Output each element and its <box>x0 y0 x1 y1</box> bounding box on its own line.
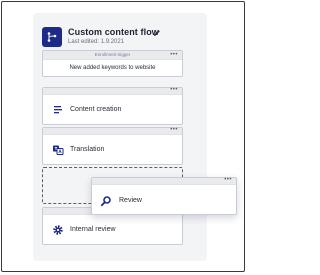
more-options-icon[interactable]: ••• <box>170 52 178 58</box>
dragged-step-card-review[interactable]: ••• Review <box>91 177 237 215</box>
flow-title: Custom content flow <box>68 27 159 37</box>
translate-icon <box>53 145 64 155</box>
flow-icon <box>42 27 62 47</box>
pencil-icon[interactable] <box>153 29 161 37</box>
enrollment-trigger-card[interactable]: Enrollment trigger ••• New added keyword… <box>42 50 183 77</box>
trigger-header: Enrollment trigger <box>94 52 131 57</box>
trigger-text: New added keywords to website <box>69 65 156 71</box>
step-label: Translation <box>70 146 105 153</box>
step-label: Review <box>119 197 142 204</box>
step-label: Internal review <box>70 226 116 233</box>
gear-icon <box>53 225 63 235</box>
search-icon <box>100 196 111 207</box>
more-options-icon[interactable]: ••• <box>224 177 232 183</box>
list-lines-icon <box>54 106 62 114</box>
more-options-icon[interactable]: ••• <box>170 127 178 133</box>
more-options-icon[interactable]: ••• <box>170 87 178 93</box>
last-edited-text: Last edited: 1.9.2021 <box>68 39 125 45</box>
step-card-content-creation[interactable]: ••• Content creation <box>42 87 183 125</box>
step-card-translation[interactable]: ••• Translation <box>42 127 183 165</box>
step-label: Content creation <box>70 106 122 113</box>
